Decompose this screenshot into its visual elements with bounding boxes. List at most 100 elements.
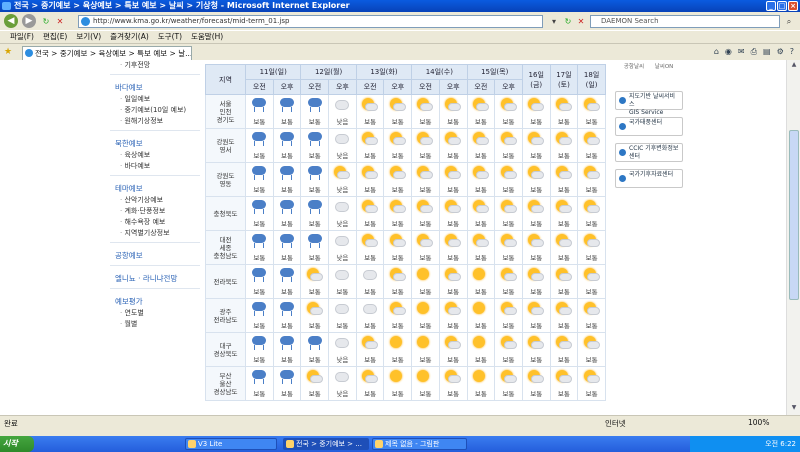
day-header-7: 18일(일) <box>577 64 606 95</box>
print-icon[interactable]: ⎙ <box>751 47 757 57</box>
nav-subitem-7[interactable]: 바다예보 <box>110 161 200 172</box>
tab-current[interactable]: 전국 > 중기예보 > 육상예보 > 특보 예보 > 날... <box>22 46 192 60</box>
scroll-thumb[interactable] <box>789 130 799 300</box>
stop-alt-icon[interactable]: ✕ <box>575 15 587 28</box>
partly-cloudy-icon <box>583 267 601 283</box>
refresh-icon[interactable]: ↻ <box>40 15 52 28</box>
address-input[interactable]: http://www.kma.go.kr/weather/forecast/mi… <box>78 15 543 28</box>
nav-subitem-3[interactable]: 중기예보(10일 예보) <box>110 105 200 116</box>
banner-1[interactable]: 국가태풍센터 <box>615 117 683 136</box>
nav-subitem-17[interactable]: 월별 <box>110 319 200 330</box>
menu-item-0[interactable]: 파일(F) <box>10 31 34 43</box>
nav-heading-8[interactable]: 테마예보 <box>110 183 200 195</box>
partly-cloudy-icon <box>389 131 407 147</box>
maximize-icon[interactable]: □ <box>777 1 787 11</box>
forward-icon[interactable]: ▶ <box>22 14 36 28</box>
precip-level: 보통 <box>391 254 404 262</box>
day-header-6: 17일(토) <box>549 64 579 95</box>
rain-drops-shape <box>309 107 320 112</box>
taskbar-item-2[interactable]: 제목 없음 - 그림판 <box>372 438 467 450</box>
menu-item-3[interactable]: 즐겨찾기(A) <box>110 31 149 43</box>
mail-icon[interactable]: ✉ <box>738 47 745 57</box>
favorites-star-icon[interactable]: ★ <box>4 47 12 58</box>
forecast-cell: 보통 <box>411 298 440 333</box>
vertical-scrollbar[interactable]: ▲ ▼ <box>786 60 800 415</box>
taskbar-item-1[interactable]: 전국 > 중기예보 > ... <box>283 438 369 450</box>
nav-heading-1[interactable]: 바다예보 <box>110 82 200 94</box>
forecast-cell: 보통 <box>494 94 523 129</box>
nav-heading-14[interactable]: 엘니뇨 · 라니냐전망 <box>110 273 200 285</box>
menu-item-5[interactable]: 도움말(H) <box>191 31 223 43</box>
page-menu-icon[interactable]: ▤ <box>763 47 771 57</box>
forecast-cell: 보통 <box>466 162 496 197</box>
close-icon[interactable]: × <box>788 1 798 11</box>
home-icon[interactable]: ⌂ <box>714 47 719 57</box>
precip-level: 보통 <box>530 186 543 194</box>
quick-link-1[interactable]: 날씨ON <box>653 62 675 84</box>
scroll-down-icon[interactable]: ▼ <box>789 404 799 414</box>
banner-2[interactable]: CCIC 기후변화정보센터 <box>615 143 683 162</box>
zoom-level[interactable]: 100% <box>748 418 769 427</box>
address-dropdown-icon[interactable]: ▾ <box>548 15 560 28</box>
cloud-shape <box>503 171 517 179</box>
precip-level: 보통 <box>391 356 404 364</box>
stop-icon[interactable]: ✕ <box>54 15 66 28</box>
taskbar-item-0[interactable]: V3 Lite <box>185 438 277 450</box>
feeds-icon[interactable]: ◉ <box>725 47 732 57</box>
quick-icons: 공항날씨 날씨ON <box>615 62 690 84</box>
day-header-1: 12일(월) <box>300 64 357 80</box>
cloud-shape <box>503 273 517 281</box>
cloud-shape <box>365 341 379 349</box>
banner-3[interactable]: 국가기후자료센터 <box>615 169 683 188</box>
nav-subitem-4[interactable]: 원해기상정보 <box>110 116 200 127</box>
precip-level: 보통 <box>530 356 543 364</box>
partly-cloudy-icon <box>555 97 573 113</box>
precip-level: 보통 <box>419 186 432 194</box>
cloud-shape <box>448 103 462 111</box>
precip-level: 보통 <box>364 322 377 330</box>
task-label: 제목 없음 - 그림판 <box>385 440 440 448</box>
go-icon[interactable]: ↻ <box>562 15 574 28</box>
nav-subitem-6[interactable]: 육상예보 <box>110 150 200 161</box>
menu-item-1[interactable]: 편집(E) <box>43 31 67 43</box>
sun-shape <box>417 336 430 348</box>
nav-subitem-2[interactable]: 일일예보 <box>110 94 200 105</box>
partly-cloudy-icon <box>361 165 379 181</box>
forecast-row: 대전 세종 충청남도 보통 보통 보통 낮음 보통 보통 보통 보통 보통 보통 보통 보통 보통 <box>205 230 606 265</box>
forecast-cell: 보통 <box>411 128 440 163</box>
search-input[interactable]: DAEMON Search <box>590 15 780 28</box>
precip-level: 보통 <box>253 390 266 398</box>
help-icon[interactable]: ? <box>790 47 794 57</box>
menu-item-2[interactable]: 보기(V) <box>76 31 101 43</box>
rain-icon <box>306 97 324 113</box>
sunny-icon <box>416 369 434 385</box>
minimize-icon[interactable]: _ <box>766 1 776 11</box>
nav-subitem-9[interactable]: 산악기상예보 <box>110 195 200 206</box>
cloud-shape <box>475 205 489 213</box>
search-icon[interactable]: ⌕ <box>783 15 795 28</box>
forecast-cell: 보통 <box>521 94 551 129</box>
precip-level: 보통 <box>253 186 266 194</box>
sunny-icon <box>416 335 434 351</box>
scroll-up-icon[interactable]: ▲ <box>789 61 799 71</box>
safety-icon[interactable]: ⚙ <box>777 47 784 57</box>
nav-subitem-11[interactable]: 해수욕장 예보 <box>110 217 200 228</box>
start-button[interactable]: 시작 <box>0 436 34 452</box>
banner-0[interactable]: 지도기반 날씨서비스 GIS Service <box>615 91 683 116</box>
quick-link-0[interactable]: 공항날씨 <box>623 62 645 84</box>
forecast-cell: 보통 <box>383 366 413 401</box>
menu-item-4[interactable]: 도구(T) <box>158 31 182 43</box>
nav-subitem-10[interactable]: 계화·단풍정보 <box>110 206 200 217</box>
cloud-shape <box>503 137 517 145</box>
forecast-cell: 보통 <box>383 128 413 163</box>
forecast-cell: 보통 <box>549 332 579 367</box>
nav-subitem-16[interactable]: 연도별 <box>110 308 200 319</box>
day-header-0: 11일(일) <box>244 64 302 80</box>
cloud-shape <box>475 171 489 179</box>
nav-heading-5[interactable]: 북한예보 <box>110 138 200 150</box>
nav-subitem-12[interactable]: 지역별기상정보 <box>110 228 200 239</box>
nav-subitem-0[interactable]: 기후전망 <box>110 60 200 71</box>
back-icon[interactable]: ◀ <box>4 14 18 28</box>
nav-heading-15[interactable]: 예보평가 <box>110 296 200 308</box>
nav-heading-13[interactable]: 공항예보 <box>110 250 200 262</box>
